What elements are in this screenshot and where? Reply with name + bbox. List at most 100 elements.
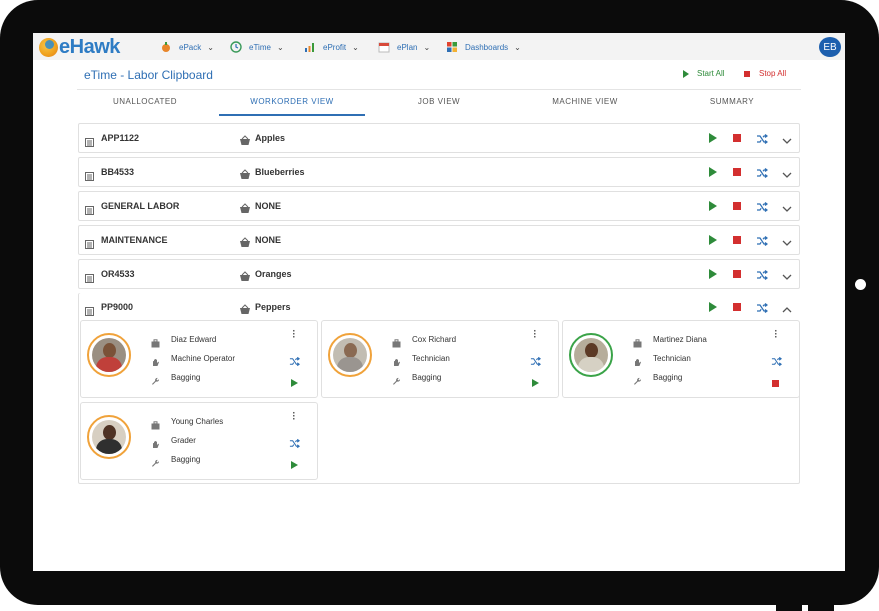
workorder-row[interactable]: PP9000 Peppers — [79, 293, 801, 323]
shuffle-icon[interactable] — [771, 354, 782, 367]
logo-icon — [39, 37, 58, 57]
stop-all-button[interactable]: Stop All — [744, 69, 786, 78]
start-all-button[interactable]: Start All — [683, 69, 725, 78]
wrench-icon — [392, 373, 401, 385]
nav-etime-label: eTime — [249, 42, 271, 52]
tab-job-view[interactable]: JOB VIEW — [369, 97, 509, 106]
nav-dashboards[interactable]: Dashboards ⌄ — [446, 39, 521, 55]
avatar — [87, 333, 131, 377]
shuffle-icon[interactable] — [289, 354, 300, 367]
worker-name: Cox Richard — [412, 335, 457, 344]
active-tab-indicator — [219, 114, 365, 116]
start-button[interactable] — [709, 235, 717, 245]
chevron-down-icon[interactable] — [782, 133, 792, 144]
workorder-row[interactable]: BB4533 Blueberries — [78, 157, 800, 187]
stop-button[interactable] — [733, 134, 741, 142]
stop-icon — [744, 70, 750, 77]
start-button[interactable] — [709, 167, 717, 177]
shuffle-icon[interactable] — [530, 354, 541, 367]
chevron-down-icon: ⌄ — [514, 42, 521, 52]
workorder-row[interactable]: OR4533 Oranges — [78, 259, 800, 289]
chevron-down-icon[interactable] — [782, 269, 792, 280]
basket-icon — [239, 201, 251, 213]
wrench-icon — [151, 455, 160, 467]
start-button[interactable] — [709, 269, 717, 279]
list-icon — [85, 134, 94, 147]
avatar — [569, 333, 613, 377]
nav-eprofit[interactable]: eProfit ⌄ — [304, 39, 359, 55]
nav-eplan[interactable]: ePlan ⌄ — [378, 39, 430, 55]
start-button[interactable] — [291, 379, 298, 387]
chevron-down-icon: ⌄ — [207, 42, 214, 52]
worker-card[interactable]: Martinez Diana Technician Bagging · · · — [562, 320, 800, 398]
worker-name: Martinez Diana — [653, 335, 707, 344]
stop-button[interactable] — [772, 380, 779, 387]
logo-text: eHawk — [59, 35, 120, 58]
stop-button[interactable] — [733, 303, 741, 311]
workorder-row[interactable]: MAINTENANCE NONE — [78, 225, 800, 255]
stop-button[interactable] — [733, 270, 741, 278]
basket-icon — [239, 235, 251, 247]
shuffle-icon[interactable] — [756, 301, 768, 313]
more-options-icon[interactable]: · · · — [291, 327, 297, 343]
nav-eplan-label: ePlan — [397, 42, 418, 52]
more-options-icon[interactable]: · · · — [773, 327, 779, 343]
stop-button[interactable] — [733, 202, 741, 210]
user-avatar[interactable]: EB — [819, 37, 841, 57]
start-button[interactable] — [709, 302, 717, 312]
tab-machine-view[interactable]: MACHINE VIEW — [515, 97, 655, 106]
stop-all-label: Stop All — [759, 69, 787, 78]
top-navbar: eHawk ePack ⌄ eTime ⌄ eProfit ⌄ ePlan ⌄ … — [33, 33, 845, 60]
chevron-up-icon[interactable] — [782, 302, 792, 313]
chevron-down-icon[interactable] — [782, 167, 792, 178]
shuffle-icon[interactable] — [756, 200, 768, 212]
avatar — [328, 333, 372, 377]
nav-etime[interactable]: eTime ⌄ — [230, 39, 284, 55]
tab-summary[interactable]: SUMMARY — [662, 97, 802, 106]
chevron-down-icon[interactable] — [782, 201, 792, 212]
shuffle-icon[interactable] — [756, 132, 768, 144]
nav-epack[interactable]: ePack ⌄ — [160, 39, 214, 55]
hand-icon — [633, 354, 642, 366]
workorder-code: OR4533 — [101, 269, 135, 279]
home-button[interactable] — [855, 279, 866, 290]
more-options-icon[interactable]: · · · — [532, 327, 538, 343]
worker-task: Bagging — [171, 455, 201, 464]
chevron-down-icon[interactable] — [782, 235, 792, 246]
workorder-row[interactable]: APP1122 Apples — [78, 123, 800, 153]
shuffle-icon[interactable] — [756, 166, 768, 178]
page-title: eTime - Labor Clipboard — [84, 68, 213, 82]
chevron-down-icon: ⌄ — [352, 42, 359, 52]
stop-button[interactable] — [733, 168, 741, 176]
product-name: NONE — [255, 201, 282, 211]
workorder-row[interactable]: GENERAL LABOR NONE — [78, 191, 800, 221]
worker-card[interactable]: Young Charles Grader Bagging · · · — [80, 402, 318, 480]
basket-icon — [239, 302, 251, 314]
worker-role: Technician — [412, 354, 450, 363]
shuffle-icon[interactable] — [289, 436, 300, 449]
tab-workorder-view[interactable]: WORKORDER VIEW — [222, 97, 362, 106]
workorder-code: APP1122 — [101, 133, 140, 143]
worker-card[interactable]: Cox Richard Technician Bagging · · · — [321, 320, 559, 398]
start-button[interactable] — [709, 201, 717, 211]
basket-icon — [239, 167, 251, 179]
app-screen: eHawk ePack ⌄ eTime ⌄ eProfit ⌄ ePlan ⌄ … — [33, 33, 845, 571]
chevron-down-icon: ⌄ — [276, 42, 284, 52]
more-options-icon[interactable]: · · · — [291, 409, 297, 425]
worker-role: Machine Operator — [171, 354, 236, 363]
tab-unallocated[interactable]: UNALLOCATED — [75, 97, 215, 106]
ehawk-logo[interactable]: eHawk — [39, 36, 120, 58]
nav-dashboards-label: Dashboards — [465, 42, 509, 52]
start-button[interactable] — [709, 133, 717, 143]
shuffle-icon[interactable] — [756, 234, 768, 246]
list-icon — [85, 168, 94, 181]
basket-icon — [239, 133, 251, 145]
worker-card[interactable]: Diaz Edward Machine Operator Bagging · · · — [80, 320, 318, 398]
start-button[interactable] — [532, 379, 539, 387]
shuffle-icon[interactable] — [756, 268, 768, 280]
start-button[interactable] — [291, 461, 298, 469]
play-icon — [683, 69, 689, 78]
stop-button[interactable] — [733, 236, 741, 244]
workorder-code: BB4533 — [101, 167, 135, 177]
briefcase-icon — [151, 417, 160, 430]
